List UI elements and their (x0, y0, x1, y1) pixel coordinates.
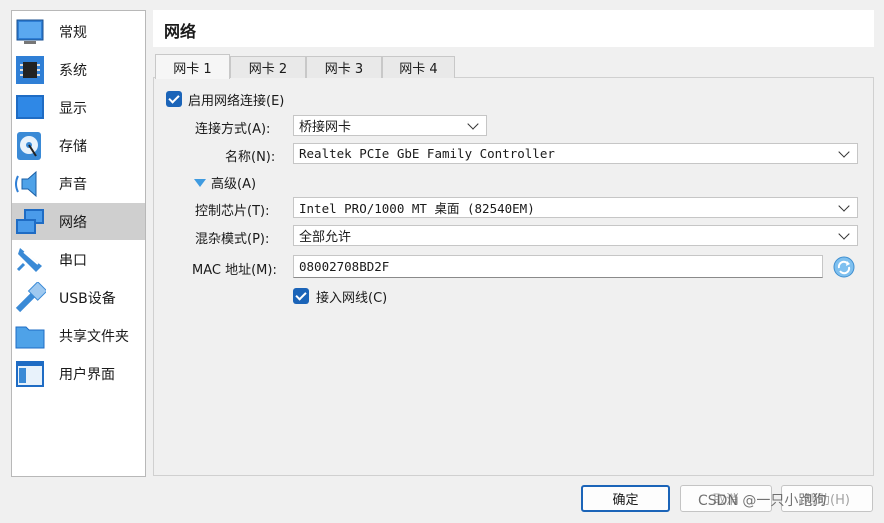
chevron-down-icon (467, 117, 479, 130)
attached-to-value: 桥接网卡 (299, 120, 352, 135)
mac-address-field[interactable]: 08002708BD2F (293, 255, 823, 278)
tab-label: 网卡 3 (324, 62, 364, 77)
advanced-expand-icon[interactable] (194, 177, 206, 187)
chevron-down-icon (838, 145, 850, 158)
sidebar-item-audio[interactable]: 声音 (12, 165, 145, 202)
adapter-name-select[interactable]: Realtek PCIe GbE Family Controller (293, 143, 858, 164)
ok-button-label: 确定 (612, 493, 639, 508)
cable-connected-label: 接入网线(C) (316, 291, 388, 306)
sidebar-item-label: USB设备 (59, 290, 116, 307)
sidebar-item-serial[interactable]: 串口 (12, 241, 145, 278)
sidebar-item-display[interactable]: 显示 (12, 89, 145, 126)
tab-adapter-4[interactable]: 网卡 4 (382, 56, 455, 78)
page-header: 网络 (153, 10, 874, 47)
sidebar-item-shared-folders[interactable]: 共享文件夹 (12, 317, 145, 354)
chevron-down-icon (838, 199, 850, 212)
tab-label: 网卡 1 (173, 61, 212, 77)
watermark: CSDN @一只小跑狗 (698, 493, 827, 509)
mac-address-label: MAC 地址(M): (192, 263, 277, 278)
user-interface-icon (14, 358, 46, 390)
chevron-down-icon (838, 227, 850, 240)
shared-folder-icon (14, 320, 46, 352)
page-title: 网络 (164, 22, 197, 41)
tab-label: 网卡 2 (248, 62, 288, 77)
mac-address-value: 08002708BD2F (299, 259, 390, 274)
tab-label: 网卡 4 (399, 62, 438, 77)
general-icon (14, 16, 46, 48)
serial-port-icon (14, 244, 46, 276)
adapter-type-label: 控制芯片(T): (195, 204, 270, 219)
attached-to-label: 连接方式(A): (195, 122, 271, 137)
sidebar-item-label: 网络 (59, 214, 87, 231)
sidebar-item-network[interactable]: 网络 (12, 203, 145, 240)
network-settings-panel: 网络 网卡 1 网卡 2 网卡 3 网卡 4 启用网络连接(E) 连接方式(A)… (153, 10, 874, 476)
sidebar-item-label: 系统 (59, 62, 87, 79)
usb-icon (14, 280, 48, 314)
audio-speaker-icon (14, 168, 46, 200)
sidebar-item-label: 用户界面 (59, 366, 115, 383)
sidebar-item-label: 显示 (59, 100, 87, 117)
sidebar-item-label: 声音 (59, 176, 87, 193)
adapter-type-select[interactable]: Intel PRO/1000 MT 桌面 (82540EM) (293, 197, 858, 218)
adapter-name-label: 名称(N): (225, 150, 276, 165)
sidebar-item-label: 常规 (59, 24, 87, 41)
advanced-toggle-label[interactable]: 高级(A) (211, 173, 256, 192)
refresh-mac-icon[interactable] (833, 256, 855, 278)
ok-button[interactable]: 确定 (581, 485, 670, 512)
storage-disk-icon (14, 130, 46, 162)
network-icon (14, 206, 46, 238)
sidebar-item-usb[interactable]: USB设备 (12, 279, 145, 316)
adapter-type-value: Intel PRO/1000 MT 桌面 (82540EM) (299, 201, 535, 216)
tab-adapter-2[interactable]: 网卡 2 (230, 56, 306, 78)
sidebar-item-label: 共享文件夹 (59, 328, 129, 345)
sidebar-item-system[interactable]: 系统 (12, 51, 145, 88)
tab-adapter-1[interactable]: 网卡 1 (155, 54, 230, 79)
adapter-name-value: Realtek PCIe GbE Family Controller (299, 146, 555, 161)
display-monitor-icon (14, 92, 46, 124)
sidebar-item-storage[interactable]: 存储 (12, 127, 145, 164)
enable-network-label: 启用网络连接(E) (188, 94, 285, 109)
sidebar-item-user-interface[interactable]: 用户界面 (12, 355, 145, 392)
sidebar-item-general[interactable]: 常规 (12, 13, 145, 50)
sidebar-item-label: 存储 (59, 138, 87, 155)
settings-sidebar: 常规 系统 显示 存储 声音 网络 串口 USB设备 共享文件夹 用户界面 (11, 10, 146, 477)
attached-to-select[interactable]: 桥接网卡 (293, 115, 487, 136)
promiscuous-mode-select[interactable]: 全部允许 (293, 225, 858, 246)
cable-connected-checkbox[interactable] (293, 288, 309, 304)
promiscuous-mode-value: 全部允许 (299, 230, 352, 245)
system-chip-icon (14, 54, 46, 86)
sidebar-item-label: 串口 (59, 252, 87, 269)
promiscuous-mode-label: 混杂模式(P): (195, 232, 270, 247)
tab-adapter-3[interactable]: 网卡 3 (306, 56, 382, 78)
enable-network-checkbox[interactable] (166, 91, 182, 107)
